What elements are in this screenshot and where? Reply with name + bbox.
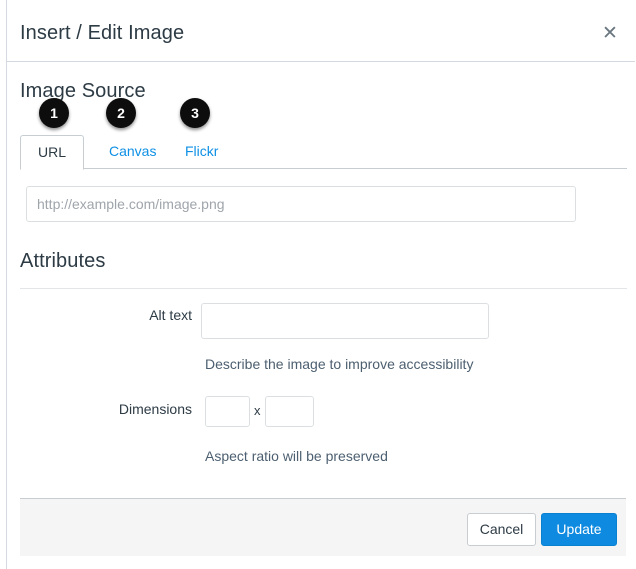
update-button[interactable]: Update [541, 513, 617, 546]
attributes-heading: Attributes [20, 250, 106, 272]
step-badge-2: 2 [106, 98, 136, 128]
step-badge-1: 1 [39, 98, 69, 128]
insert-edit-image-dialog: Insert / Edit Image ✕ Image Source URL C… [6, 0, 635, 569]
dialog-body: Image Source URL Canvas Flickr 1 2 3 Att… [7, 62, 635, 498]
dialog-footer: Cancel Update [20, 498, 626, 556]
step-badge-3: 3 [180, 98, 210, 128]
dimensions-helper-text: Aspect ratio will be preserved [205, 448, 388, 464]
image-url-input[interactable] [26, 186, 576, 222]
dialog-header: Insert / Edit Image ✕ [7, 0, 635, 62]
alt-text-helper-text: Describe the image to improve accessibil… [205, 356, 474, 372]
alt-text-label: Alt text [149, 307, 192, 323]
tab-url[interactable]: URL [20, 135, 84, 170]
cancel-button[interactable]: Cancel [467, 513, 536, 546]
dimensions-height-input[interactable] [265, 396, 314, 427]
tab-canvas[interactable]: Canvas [96, 135, 169, 169]
alt-text-input[interactable] [201, 303, 489, 339]
dimensions-label: Dimensions [118, 401, 192, 417]
dimensions-width-input[interactable] [205, 396, 250, 427]
close-icon[interactable]: ✕ [597, 21, 623, 47]
page-title: Insert / Edit Image [20, 22, 185, 44]
dimensions-separator: x [254, 403, 261, 418]
tab-flickr[interactable]: Flickr [172, 135, 231, 169]
image-source-tabs: URL Canvas Flickr [20, 135, 627, 170]
attributes-divider [20, 288, 627, 289]
